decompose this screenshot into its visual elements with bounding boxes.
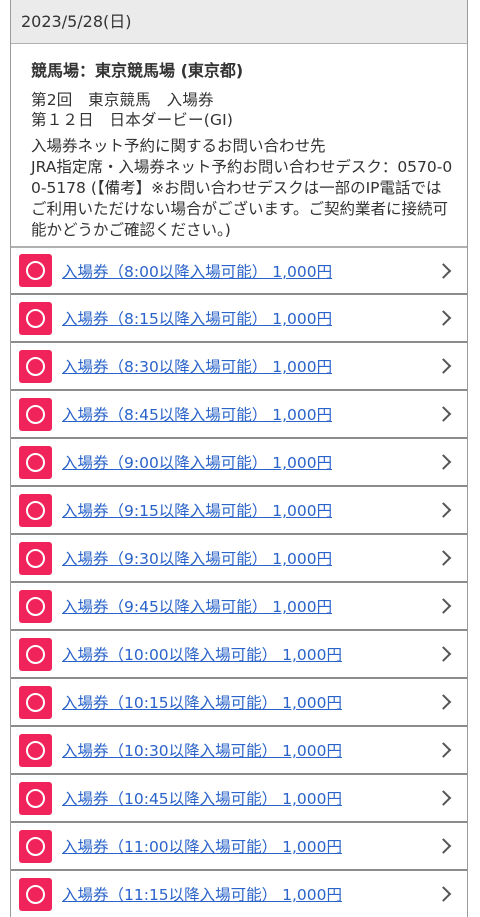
event-info: 競馬場：東京競馬場 (東京都) 第2回 東京競馬 入場券 第１２日 日本ダービー…: [11, 44, 467, 247]
ticket-link[interactable]: 入場券（9:00以降入場可能） 1,000円: [62, 451, 332, 473]
ticket-link[interactable]: 入場券（10:45以降入場可能） 1,000円: [62, 787, 342, 809]
ticket-link[interactable]: 入場券（8:45以降入場可能） 1,000円: [62, 403, 332, 425]
venue-title: 競馬場：東京競馬場 (東京都): [31, 61, 244, 80]
chevron-right-icon: [435, 790, 452, 806]
circle-available-icon: [19, 877, 52, 911]
circle-available-icon: [19, 637, 52, 671]
ticket-row[interactable]: 入場券（10:00以降入場可能） 1,000円: [11, 631, 467, 679]
ticket-row[interactable]: 入場券（8:30以降入場可能） 1,000円: [11, 343, 467, 391]
chevron-right-icon: [435, 310, 452, 326]
ticket-link[interactable]: 入場券（11:00以降入場可能） 1,000円: [62, 835, 342, 857]
ticket-link[interactable]: 入場券（8:30以降入場可能） 1,000円: [62, 355, 332, 377]
ticket-list: 入場券（8:00以降入場可能） 1,000円 入場券（8:15以降入場可能） 1,…: [11, 247, 467, 917]
chevron-right-icon: [435, 694, 452, 710]
chevron-right-icon: [435, 598, 452, 614]
chevron-right-icon: [435, 550, 452, 566]
contact-info: 入場券ネット予約に関するお問い合わせ先 JRA指定席・入場券ネット予約お問い合わ…: [31, 136, 457, 241]
ticket-row[interactable]: 入場券（10:30以降入場可能） 1,000円: [11, 727, 467, 775]
meeting-name: 第2回 東京競馬 入場券: [31, 91, 214, 109]
ticket-link[interactable]: 入場券（10:30以降入場可能） 1,000円: [62, 739, 342, 761]
circle-available-icon: [19, 397, 52, 431]
ticket-link[interactable]: 入場券（9:15以降入場可能） 1,000円: [62, 499, 332, 521]
circle-available-icon: [19, 685, 52, 719]
race-name: 第１２日 日本ダービー(GⅠ): [31, 111, 234, 129]
circle-available-icon: [19, 493, 52, 527]
chevron-right-icon: [435, 358, 452, 374]
chevron-right-icon: [435, 646, 452, 662]
chevron-right-icon: [435, 886, 452, 902]
ticket-link[interactable]: 入場券（8:00以降入場可能） 1,000円: [62, 260, 332, 282]
ticket-link[interactable]: 入場券（10:15以降入場可能） 1,000円: [62, 691, 342, 713]
chevron-right-icon: [435, 262, 452, 279]
ticket-link[interactable]: 入場券（10:00以降入場可能） 1,000円: [62, 643, 342, 665]
ticket-link[interactable]: 入場券（9:30以降入場可能） 1,000円: [62, 547, 332, 569]
ticket-row[interactable]: 入場券（9:45以降入場可能） 1,000円: [11, 583, 467, 631]
ticket-row[interactable]: 入場券（8:45以降入場可能） 1,000円: [11, 391, 467, 439]
ticket-row[interactable]: 入場券（8:00以降入場可能） 1,000円: [11, 247, 467, 295]
circle-available-icon: [19, 733, 52, 767]
ticket-row[interactable]: 入場券（10:45以降入場可能） 1,000円: [11, 775, 467, 823]
chevron-right-icon: [435, 742, 452, 758]
date-header: 2023/5/28(日): [11, 0, 467, 44]
ticket-row[interactable]: 入場券（9:00以降入場可能） 1,000円: [11, 439, 467, 487]
contact-body: JRA指定席・入場券ネット予約お問い合わせデスク：0570-00-5178 (【…: [31, 158, 453, 239]
ticket-link[interactable]: 入場券（9:45以降入場可能） 1,000円: [62, 595, 332, 617]
ticket-row[interactable]: 入場券（10:15以降入場可能） 1,000円: [11, 679, 467, 727]
ticket-row[interactable]: 入場券（8:15以降入場可能） 1,000円: [11, 295, 467, 343]
circle-available-icon: [19, 301, 52, 335]
circle-available-icon: [19, 349, 52, 383]
ticket-link[interactable]: 入場券（8:15以降入場可能） 1,000円: [62, 307, 332, 329]
chevron-right-icon: [435, 502, 452, 518]
chevron-right-icon: [435, 454, 452, 470]
circle-available-icon: [19, 254, 52, 287]
ticket-row[interactable]: 入場券（11:00以降入場可能） 1,000円: [11, 823, 467, 871]
chevron-right-icon: [435, 838, 452, 854]
ticket-row[interactable]: 入場券（11:15以降入場可能） 1,000円: [11, 871, 467, 917]
ticket-row[interactable]: 入場券（9:15以降入場可能） 1,000円: [11, 487, 467, 535]
circle-available-icon: [19, 829, 52, 863]
page-frame: 2023/5/28(日) 競馬場：東京競馬場 (東京都) 第2回 東京競馬 入場…: [10, 0, 468, 917]
circle-available-icon: [19, 781, 52, 815]
circle-available-icon: [19, 589, 52, 623]
ticket-link[interactable]: 入場券（11:15以降入場可能） 1,000円: [62, 883, 342, 905]
chevron-right-icon: [435, 406, 452, 422]
circle-available-icon: [19, 445, 52, 479]
ticket-row[interactable]: 入場券（9:30以降入場可能） 1,000円: [11, 535, 467, 583]
contact-heading: 入場券ネット予約に関するお問い合わせ先: [31, 137, 326, 155]
circle-available-icon: [19, 541, 52, 575]
